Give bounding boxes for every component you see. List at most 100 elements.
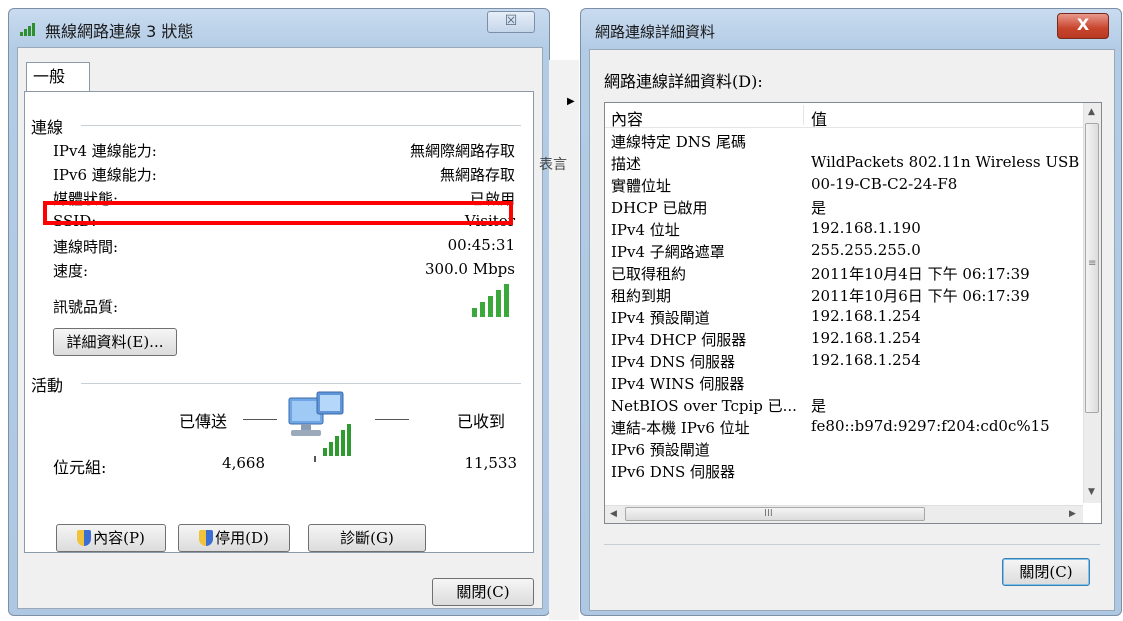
property-value: 2011年10月6日 下午 06:17:39	[811, 287, 1030, 305]
property-value: 2011年10月4日 下午 06:17:39	[811, 265, 1030, 283]
column-separator[interactable]	[803, 105, 804, 125]
activity-group-title: 活動	[31, 376, 64, 395]
properties-button[interactable]: 內容(P)	[56, 524, 166, 552]
property-name: 連線特定 DNS 尾碼	[611, 133, 746, 151]
column-header-property[interactable]: 內容	[611, 106, 643, 130]
duration-value: 00:45:31	[447, 236, 515, 254]
property-name: IPv4 DHCP 伺服器	[611, 331, 747, 349]
property-name: IPv4 子網路遮罩	[611, 243, 725, 261]
property-name: DHCP 已啟用	[611, 199, 708, 217]
details-dialog: 網路連線詳細資料 X 網路連線詳細資料(D): 內容 值 連線特定 DNS 尾碼…	[580, 8, 1122, 616]
bytes-sent-value: 4,668	[222, 454, 265, 472]
footer-divider	[604, 544, 1100, 545]
received-label: 已收到	[457, 412, 506, 431]
property-name: IPv4 DNS 伺服器	[611, 353, 735, 371]
property-name: 描述	[611, 155, 642, 173]
properties-button-label: 內容(P)	[93, 529, 145, 547]
property-value: fe80::b97d:9297:f204:cd0c%15	[811, 417, 1050, 435]
tab-general[interactable]: 一般	[26, 62, 90, 92]
property-name: IPv6 預設閘道	[611, 441, 710, 459]
list-item[interactable]: IPv6 預設閘道	[611, 439, 1081, 461]
property-value: 192.168.1.254	[811, 329, 921, 347]
vertical-scrollbar[interactable]: ▲ ≡ ▼	[1083, 103, 1101, 503]
close-button[interactable]: 關閉(C)	[432, 578, 534, 606]
close-window-button[interactable]: X	[1057, 13, 1109, 39]
duration-label: 連線時間:	[53, 238, 119, 256]
window-title: 無線網路連線 3 狀態	[45, 22, 194, 41]
property-value: 是	[811, 397, 827, 415]
details-button[interactable]: 詳細資料(E)...	[53, 328, 177, 356]
property-name: 租約到期	[611, 287, 672, 305]
scroll-up-icon[interactable]: ▲	[1088, 107, 1095, 117]
sent-label: 已傳送	[179, 412, 228, 431]
close-button[interactable]: 關閉(C)	[1002, 558, 1090, 586]
received-line	[375, 419, 409, 420]
dialog-body: 網路連線詳細資料(D): 內容 值 連線特定 DNS 尾碼 描述 WildPack…	[589, 49, 1115, 611]
disable-button[interactable]: 停用(D)	[178, 524, 290, 552]
grip-icon: III	[764, 508, 773, 519]
window-title: 網路連線詳細資料	[595, 23, 716, 41]
scroll-right-icon[interactable]: ▶	[1069, 509, 1076, 519]
connection-group-title: 連線	[31, 118, 64, 137]
status-dialog: 無線網路連線 3 狀態 ☒ 一般 連線 IPv4 連線能力: 無網際網路存取 I…	[8, 8, 550, 616]
ipv4-connectivity-value: 無網際網路存取	[409, 142, 515, 160]
details-list[interactable]: 內容 值 連線特定 DNS 尾碼 描述 WildPackets 802.11n W…	[604, 102, 1102, 524]
list-item[interactable]: 連線特定 DNS 尾碼	[611, 131, 1081, 153]
list-header: 內容 值	[605, 103, 1083, 130]
property-name: 連結-本機 IPv6 位址	[611, 419, 750, 437]
signal-quality-label: 訊號品質:	[53, 298, 119, 316]
list-item[interactable]: IPv4 位址 192.168.1.190	[611, 219, 1081, 241]
column-header-value[interactable]: 值	[811, 106, 827, 130]
ipv4-connectivity-label: IPv4 連線能力:	[53, 142, 157, 160]
list-item[interactable]: IPv4 預設閘道 192.168.1.254	[611, 307, 1081, 329]
list-item[interactable]: NetBIOS over Tcpip 已... 是	[611, 395, 1081, 417]
grip-icon: ≡	[1088, 258, 1097, 269]
list-item[interactable]: IPv4 DHCP 伺服器 192.168.1.254	[611, 329, 1081, 351]
signal-strength-icon	[472, 284, 509, 317]
property-name: IPv4 位址	[611, 221, 680, 239]
property-name: IPv4 WINS 伺服器	[611, 375, 745, 393]
bytes-label: 位元組:	[53, 458, 107, 477]
property-value: 255.255.255.0	[811, 241, 921, 259]
wireless-signal-icon	[20, 23, 35, 36]
property-value: 192.168.1.254	[811, 307, 921, 325]
list-item[interactable]: 實體位址 00-19-CB-C2-24-F8	[611, 175, 1081, 197]
sent-line	[243, 419, 277, 420]
close-window-button[interactable]: ☒	[487, 11, 535, 33]
diagnose-button[interactable]: 診斷(G)	[308, 524, 426, 552]
list-item[interactable]: 已取得租約 2011年10月4日 下午 06:17:39	[611, 263, 1081, 285]
property-value: 是	[811, 199, 827, 217]
horizontal-scroll-thumb[interactable]: III	[625, 507, 925, 521]
property-name: 實體位址	[611, 177, 672, 195]
title-bar[interactable]: 無線網路連線 3 狀態 ☒	[9, 9, 549, 45]
list-item[interactable]: IPv4 WINS 伺服器	[611, 373, 1081, 395]
property-name: 已取得租約	[611, 265, 687, 283]
ssid-highlight-box	[43, 201, 513, 225]
list-item[interactable]: IPv6 DNS 伺服器	[611, 461, 1081, 483]
background-window: ▶ 表言	[539, 60, 579, 620]
vertical-scroll-thumb[interactable]: ≡	[1085, 123, 1099, 413]
network-computers-icon	[288, 391, 351, 462]
scroll-left-icon[interactable]: ◀	[610, 509, 617, 519]
speed-value: 300.0 Mbps	[425, 260, 515, 278]
speed-label: 速度:	[53, 262, 89, 280]
list-item[interactable]: DHCP 已啟用 是	[611, 197, 1081, 219]
details-caption: 網路連線詳細資料(D):	[604, 72, 763, 91]
uac-shield-icon	[199, 530, 214, 546]
ipv6-connectivity-value: 無網路存取	[439, 166, 515, 184]
list-item[interactable]: 描述 WildPackets 802.11n Wireless USB A	[611, 153, 1083, 175]
property-value: 192.168.1.254	[811, 351, 921, 369]
scroll-down-icon[interactable]: ▼	[1088, 487, 1095, 497]
dialog-body: 一般 連線 IPv4 連線能力: 無網際網路存取 IPv6 連線能力: 無網路存…	[17, 47, 543, 609]
property-name: IPv6 DNS 伺服器	[611, 463, 735, 481]
list-item[interactable]: IPv4 子網路遮罩 255.255.255.0	[611, 241, 1081, 263]
background-text: 表言	[539, 157, 567, 173]
expand-arrow-icon: ▶	[567, 96, 575, 107]
list-item[interactable]: IPv4 DNS 伺服器 192.168.1.254	[611, 351, 1081, 373]
horizontal-scrollbar[interactable]: ◀ III ▶	[605, 505, 1083, 523]
list-item[interactable]: 連結-本機 IPv6 位址 fe80::b97d:9297:f204:cd0c%1…	[611, 417, 1081, 439]
ipv6-connectivity-label: IPv6 連線能力:	[53, 166, 157, 184]
property-value: WildPackets 802.11n Wireless USB A	[811, 153, 1083, 171]
list-item[interactable]: 租約到期 2011年10月6日 下午 06:17:39	[611, 285, 1081, 307]
property-name: NetBIOS over Tcpip 已...	[611, 397, 797, 415]
